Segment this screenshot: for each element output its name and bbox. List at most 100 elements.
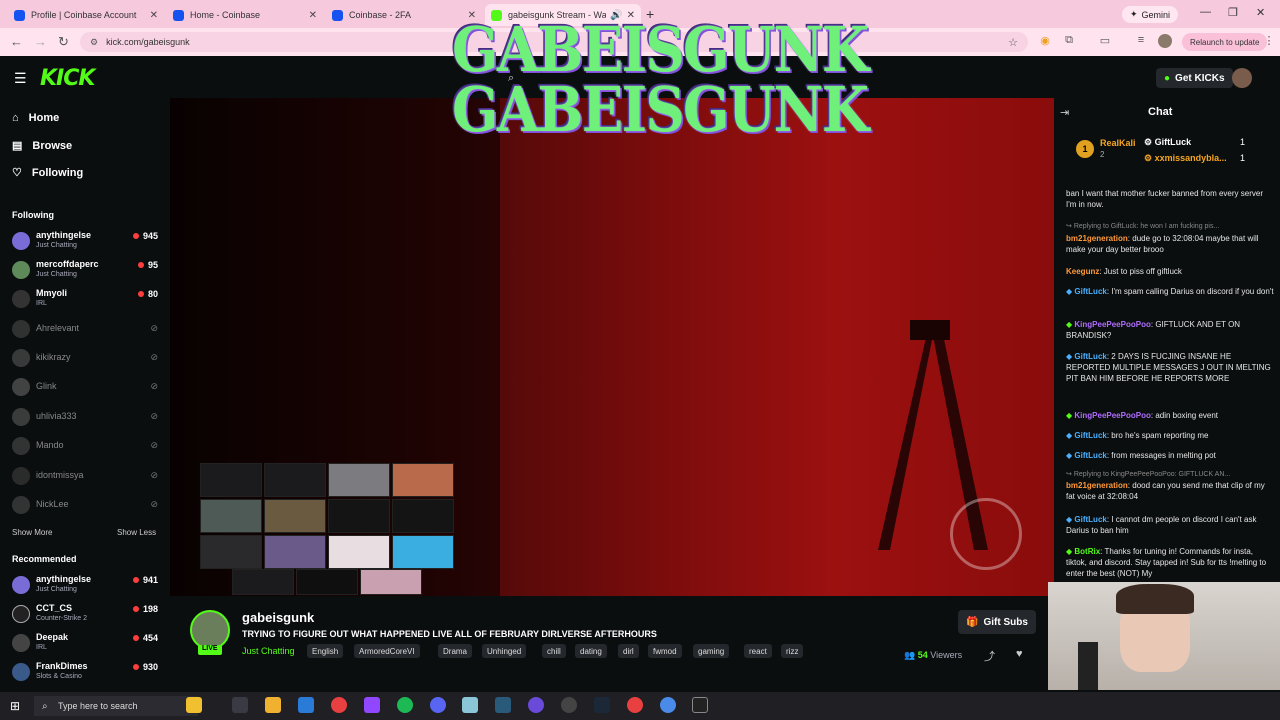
copilot-icon[interactable] bbox=[186, 697, 202, 713]
avatar bbox=[12, 496, 30, 514]
cast-icon[interactable]: ▭ bbox=[1098, 34, 1112, 48]
windows-start-icon[interactable]: ⊞ bbox=[10, 699, 20, 713]
offline-icon: ⊘ bbox=[150, 411, 158, 421]
channel-item[interactable]: FrankDimes Slots & Casino 930 bbox=[12, 659, 162, 687]
gifter-item[interactable]: ⚙ xxmissandybla... bbox=[1144, 153, 1227, 164]
channel-category: Just Chatting bbox=[36, 586, 77, 593]
share-icon[interactable]: ⤴ bbox=[984, 648, 995, 664]
channel-item[interactable]: Mando ⊘ bbox=[12, 433, 162, 461]
stream-tag[interactable]: English bbox=[307, 644, 344, 658]
spotify-icon[interactable] bbox=[397, 697, 413, 713]
minimize-button[interactable]: — bbox=[1200, 6, 1211, 18]
taskbar-search[interactable]: ⌕ Type here to search bbox=[34, 696, 198, 716]
gift-subs-button[interactable]: 🎁 Gift Subs bbox=[958, 610, 1036, 634]
channel-item[interactable]: mercoffdaperc Just Chatting 95 bbox=[12, 257, 162, 285]
site-info-icon[interactable]: ⚙ bbox=[90, 37, 98, 48]
chat-username[interactable]: KingPeePeePooPoo bbox=[1074, 320, 1150, 329]
show-less-link[interactable]: Show Less bbox=[117, 528, 156, 537]
collapse-chat-icon[interactable]: ⇥ bbox=[1060, 106, 1069, 119]
browser-menu-icon[interactable]: ⋮ bbox=[1262, 34, 1276, 48]
stream-tag[interactable]: gaming bbox=[693, 644, 730, 658]
tab-coinbase-home[interactable]: Home - Coinbase ✕ bbox=[167, 4, 323, 26]
chat-username[interactable]: bm21generation bbox=[1066, 234, 1128, 243]
app-icon[interactable] bbox=[495, 697, 511, 713]
chat-username[interactable]: bm21generation bbox=[1066, 481, 1128, 490]
show-more-link[interactable]: Show More bbox=[12, 528, 52, 537]
viewer-count: 198 bbox=[133, 604, 158, 614]
app-icon[interactable] bbox=[692, 697, 708, 713]
stream-tag[interactable]: fwmod bbox=[648, 644, 682, 658]
sidebar-item-browse[interactable]: ▤ Browse bbox=[12, 139, 72, 153]
reading-list-icon[interactable]: ≡ bbox=[1134, 34, 1148, 48]
leader-name[interactable]: RealKali bbox=[1100, 138, 1136, 148]
steam-icon[interactable] bbox=[594, 697, 610, 713]
chat-username[interactable]: GiftLuck bbox=[1074, 451, 1106, 460]
streamer-name[interactable]: gabeisgunk bbox=[242, 610, 314, 625]
channel-item[interactable]: anythingelse Just Chatting 941 bbox=[12, 572, 162, 600]
channel-item[interactable]: kikikrazy ⊘ bbox=[12, 345, 162, 373]
channel-item[interactable]: idontmissya ⊘ bbox=[12, 463, 162, 491]
chrome-profile-icon[interactable] bbox=[660, 697, 676, 713]
channel-item[interactable]: NickLee ⊘ bbox=[12, 492, 162, 520]
channel-item[interactable]: Glink ⊘ bbox=[12, 374, 162, 402]
channel-item[interactable]: CCT_CS Counter-Strike 2 198 bbox=[12, 601, 162, 629]
chat-message: ◆ GiftLuck: 2 DAYS IS FUCJING INSANE HE … bbox=[1066, 352, 1271, 383]
close-icon[interactable]: ✕ bbox=[150, 10, 158, 21]
menu-icon[interactable]: ☰ bbox=[14, 70, 27, 87]
channel-item[interactable]: Mmyoli IRL 80 bbox=[12, 286, 162, 314]
obs-icon[interactable] bbox=[561, 697, 577, 713]
app-icon[interactable] bbox=[528, 697, 544, 713]
twitch-icon[interactable] bbox=[364, 697, 380, 713]
notepad-icon[interactable] bbox=[462, 697, 478, 713]
back-icon[interactable]: ← bbox=[10, 34, 23, 49]
channel-item[interactable]: Deepak IRL 454 bbox=[12, 630, 162, 658]
streamer-avatar[interactable] bbox=[190, 610, 230, 650]
get-kicks-button[interactable]: ● Get KICKs bbox=[1156, 68, 1233, 88]
outlook-icon[interactable] bbox=[298, 697, 314, 713]
stream-tag[interactable]: ArmoredCoreVI bbox=[354, 644, 420, 658]
stream-tag[interactable]: rizz bbox=[781, 644, 804, 658]
sidebar-item-home[interactable]: ⌂ Home bbox=[12, 112, 59, 124]
chat-message: ban I want that mother fucker banned fro… bbox=[1066, 188, 1274, 210]
channel-item[interactable]: uhlivia333 ⊘ bbox=[12, 404, 162, 432]
tab-coinbase-profile[interactable]: Profile | Coinbase Account ✕ bbox=[8, 4, 164, 26]
chat-username[interactable]: BotRix bbox=[1074, 547, 1100, 556]
chrome-icon[interactable] bbox=[331, 697, 347, 713]
maximize-button[interactable]: ❐ bbox=[1228, 6, 1238, 19]
stream-tag[interactable]: react bbox=[744, 644, 772, 658]
forward-icon[interactable]: → bbox=[34, 34, 47, 49]
task-view-icon[interactable] bbox=[232, 697, 248, 713]
gemini-button[interactable]: ✦ Gemini bbox=[1122, 6, 1179, 23]
following-header: Following bbox=[12, 210, 54, 220]
chat-username[interactable]: Keegunz bbox=[1066, 267, 1099, 276]
sidebar-item-following[interactable]: ♡ Following bbox=[12, 166, 83, 180]
rss-icon[interactable]: ◉ bbox=[1038, 34, 1052, 48]
gifter-item[interactable]: ⚙ GiftLuck bbox=[1144, 137, 1191, 148]
chat-username[interactable]: GiftLuck bbox=[1074, 352, 1106, 361]
relaunch-button[interactable]: Relaunch to update bbox=[1182, 33, 1268, 51]
profile-avatar[interactable] bbox=[1158, 34, 1172, 48]
follow-icon[interactable]: ♥ bbox=[1016, 648, 1023, 660]
stream-tag[interactable]: dirl bbox=[618, 644, 639, 658]
stream-category-link[interactable]: Just Chatting bbox=[242, 646, 295, 656]
chat-username[interactable]: GiftLuck bbox=[1074, 431, 1106, 440]
close-icon[interactable]: ✕ bbox=[309, 10, 317, 21]
user-avatar[interactable] bbox=[1232, 68, 1252, 88]
chat-username[interactable]: KingPeePeePooPoo bbox=[1074, 411, 1150, 420]
window-close-button[interactable]: ✕ bbox=[1256, 6, 1265, 19]
stream-tag[interactable]: dating bbox=[575, 644, 607, 658]
stream-tag[interactable]: Unhinged bbox=[482, 644, 527, 658]
channel-item[interactable]: Ahrelevant ⊘ bbox=[12, 316, 162, 344]
reload-icon[interactable]: ↻ bbox=[58, 34, 69, 50]
extensions-icon[interactable]: ⧉ bbox=[1062, 34, 1076, 48]
stream-tag[interactable]: chill bbox=[542, 644, 566, 658]
stream-tag[interactable]: Drama bbox=[438, 644, 473, 658]
chrome-icon[interactable] bbox=[627, 697, 643, 713]
chat-username[interactable]: GiftLuck bbox=[1074, 287, 1106, 296]
bookmark-star-icon[interactable]: ☆ bbox=[1008, 36, 1018, 49]
channel-item[interactable]: anythingelse Just Chatting 945 bbox=[12, 228, 162, 256]
file-explorer-icon[interactable] bbox=[265, 697, 281, 713]
chat-username[interactable]: GiftLuck bbox=[1074, 515, 1106, 524]
discord-icon[interactable] bbox=[430, 697, 446, 713]
kick-logo[interactable]: KICK bbox=[40, 66, 95, 91]
